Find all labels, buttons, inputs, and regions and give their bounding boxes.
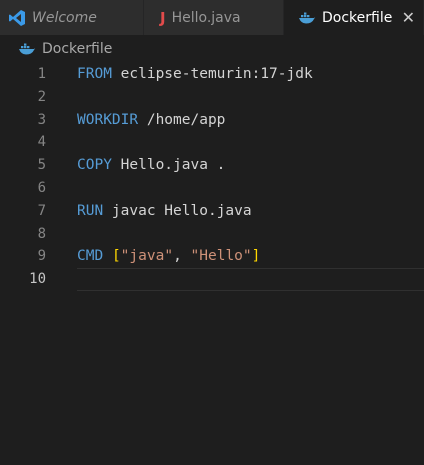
line-number: 4 [37, 134, 46, 151]
keyword: COPY [77, 157, 112, 174]
code-token: Hello.java . [111, 157, 226, 174]
code-token: /home/app [138, 111, 226, 128]
code-token: javac Hello.java [103, 202, 252, 219]
code-line: 7 RUN javac Hello.java [0, 200, 424, 223]
code-line: 4 [0, 131, 424, 154]
code-editor[interactable]: 1 FROM eclipse-temurin:17-jdk 2 3 WORKDI… [0, 63, 424, 465]
code-text[interactable]: RUN javac Hello.java [77, 200, 252, 223]
code-text[interactable]: CMD ["java", "Hello"] [77, 245, 260, 268]
code-line: 2 [0, 86, 424, 109]
code-line: 9 CMD ["java", "Hello"] [0, 245, 424, 268]
code-line: 3 WORKDIR /home/app [0, 109, 424, 132]
bracket: ] [251, 248, 261, 265]
tab-hello-java[interactable]: J Hello.java [144, 0, 284, 35]
code-text[interactable]: WORKDIR /home/app [77, 109, 225, 132]
line-number: 10 [29, 271, 46, 288]
code-line: 8 [0, 223, 424, 246]
line-number: 1 [37, 66, 46, 82]
line-number: 5 [37, 157, 46, 174]
code-text[interactable]: FROM eclipse-temurin:17-jdk [77, 63, 313, 86]
code-token: eclipse-temurin:17-jdk [111, 66, 313, 82]
code-line: 1 FROM eclipse-temurin:17-jdk [0, 63, 424, 86]
docker-icon [18, 42, 36, 56]
tab-dockerfile-label: Dockerfile [322, 9, 393, 26]
code-text[interactable]: COPY Hello.java . [77, 154, 225, 177]
breadcrumb-file[interactable]: Dockerfile [42, 41, 112, 57]
close-icon[interactable]: ✕ [402, 8, 415, 27]
tab-hello-java-label: Hello.java [171, 9, 241, 26]
code-line: 10 [0, 268, 424, 291]
tab-bar: Welcome J Hello.java Dockerfile ✕ [0, 0, 424, 35]
tab-welcome-label: Welcome [32, 9, 97, 26]
keyword: FROM [77, 66, 112, 82]
line-number: 3 [37, 111, 46, 128]
vscode-icon [8, 9, 26, 27]
line-number: 7 [37, 202, 46, 219]
keyword: CMD [77, 248, 104, 265]
line-number: 8 [37, 225, 46, 242]
code-line: 5 COPY Hello.java . [0, 154, 424, 177]
keyword: RUN [77, 202, 104, 219]
line-number: 6 [37, 180, 46, 196]
tab-dockerfile[interactable]: Dockerfile ✕ [284, 0, 424, 35]
breadcrumb: Dockerfile [0, 35, 424, 63]
java-icon: J [160, 8, 166, 27]
line-number: 2 [37, 88, 46, 105]
string-literal: "java" [120, 248, 174, 265]
tab-welcome[interactable]: Welcome [0, 0, 144, 35]
code-token: , [173, 248, 191, 265]
code-line: 6 [0, 177, 424, 200]
bracket: [ [111, 248, 121, 265]
docker-icon [298, 11, 316, 25]
keyword: WORKDIR [77, 111, 139, 128]
string-literal: "Hello" [190, 248, 252, 265]
line-number: 9 [37, 248, 46, 265]
